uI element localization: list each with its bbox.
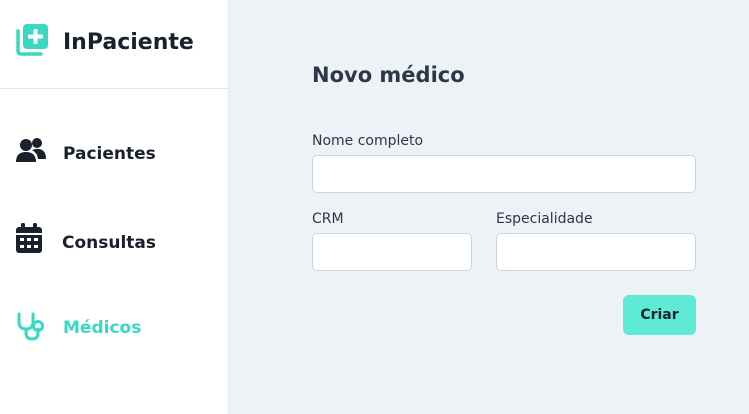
specialty-input[interactable]	[496, 233, 696, 271]
sidebar-item-label: Consultas	[62, 233, 157, 253]
full-name-input[interactable]	[312, 155, 696, 193]
crm-input[interactable]	[312, 233, 472, 271]
sidebar-item-pacientes[interactable]: Pacientes	[0, 127, 228, 177]
page-title: Novo médico	[312, 63, 465, 87]
sidebar: InPaciente Pacientes Consultas Médicos	[0, 0, 229, 414]
calendar-icon	[16, 223, 42, 253]
users-icon	[16, 138, 46, 162]
create-button[interactable]: Criar	[623, 295, 696, 335]
doctor-cross-icon	[16, 24, 48, 56]
specialty-label: Especialidade	[496, 211, 593, 227]
sidebar-item-label: Pacientes	[63, 144, 156, 164]
sidebar-item-consultas[interactable]: Consultas	[0, 216, 228, 266]
brand[interactable]: InPaciente	[0, 0, 228, 89]
stethoscope-icon	[17, 312, 44, 341]
main-content: Novo médico Nome completo CRM Especialid…	[229, 0, 749, 414]
crm-label: CRM	[312, 211, 344, 227]
full-name-label: Nome completo	[312, 133, 424, 149]
sidebar-item-medicos[interactable]: Médicos	[0, 303, 228, 353]
sidebar-item-label: Médicos	[63, 318, 142, 338]
app-name: InPaciente	[63, 30, 194, 55]
